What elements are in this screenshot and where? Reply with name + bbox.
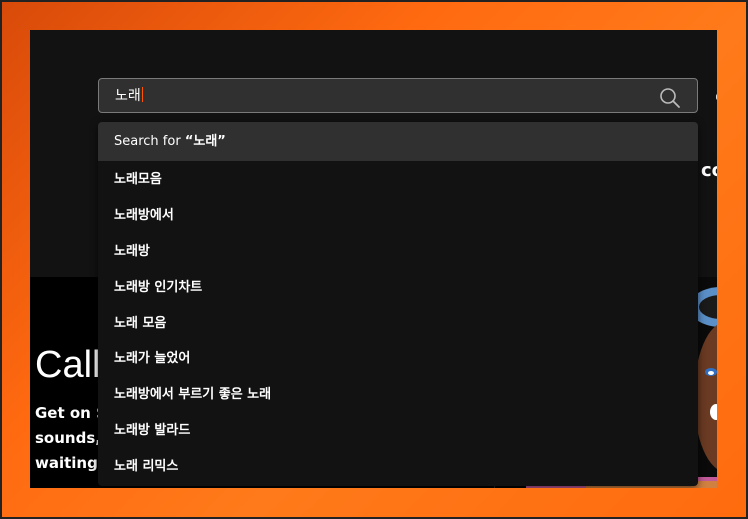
search-input-value[interactable]: 노래 — [115, 87, 143, 105]
hero-title: Call — [35, 344, 101, 386]
hero-line: waiting — [35, 454, 98, 472]
header-icon-partial — [716, 94, 717, 100]
suggestion-item[interactable]: 노래가 늘었어 — [98, 340, 698, 377]
hero-line: sounds, — [35, 429, 101, 447]
hero-subtitle: Get on S sounds, waiting — [35, 401, 107, 476]
suggestion-item[interactable]: 노래방 — [98, 233, 698, 270]
suggestion-item[interactable]: 노래방에서 부르기 좋은 노래 — [98, 376, 698, 413]
search-for-prefix: Search for — [114, 134, 185, 149]
search-for-item[interactable]: Search for “노래” — [98, 122, 698, 161]
text-caret — [141, 87, 143, 102]
suggestion-item[interactable]: 노래모음 — [98, 161, 698, 198]
suggestion-item[interactable]: 노래 모음 — [98, 305, 698, 342]
suggestion-item[interactable]: 노래방 발라드 — [98, 412, 698, 449]
suggestion-item[interactable]: 노래방에서 — [98, 197, 698, 234]
hero-line: Get on S — [35, 404, 107, 422]
search-input[interactable]: 노래 — [98, 78, 698, 113]
search-query-text: 노래 — [115, 88, 141, 104]
header-text-partial: co — [701, 160, 717, 181]
search-icon[interactable] — [659, 87, 681, 109]
search-for-query: “노래” — [184, 134, 226, 149]
soundcloud-window: Call Get on S sounds, waiting co 노래 Sear… — [30, 30, 717, 488]
suggestion-item[interactable]: 노래방 인기차트 — [98, 269, 698, 306]
search-suggestions-dropdown: Search for “노래” 노래모음 노래방에서 노래방 노래방 인기차트 … — [98, 122, 698, 486]
suggestion-item[interactable]: 노래 리믹스 — [98, 448, 698, 485]
